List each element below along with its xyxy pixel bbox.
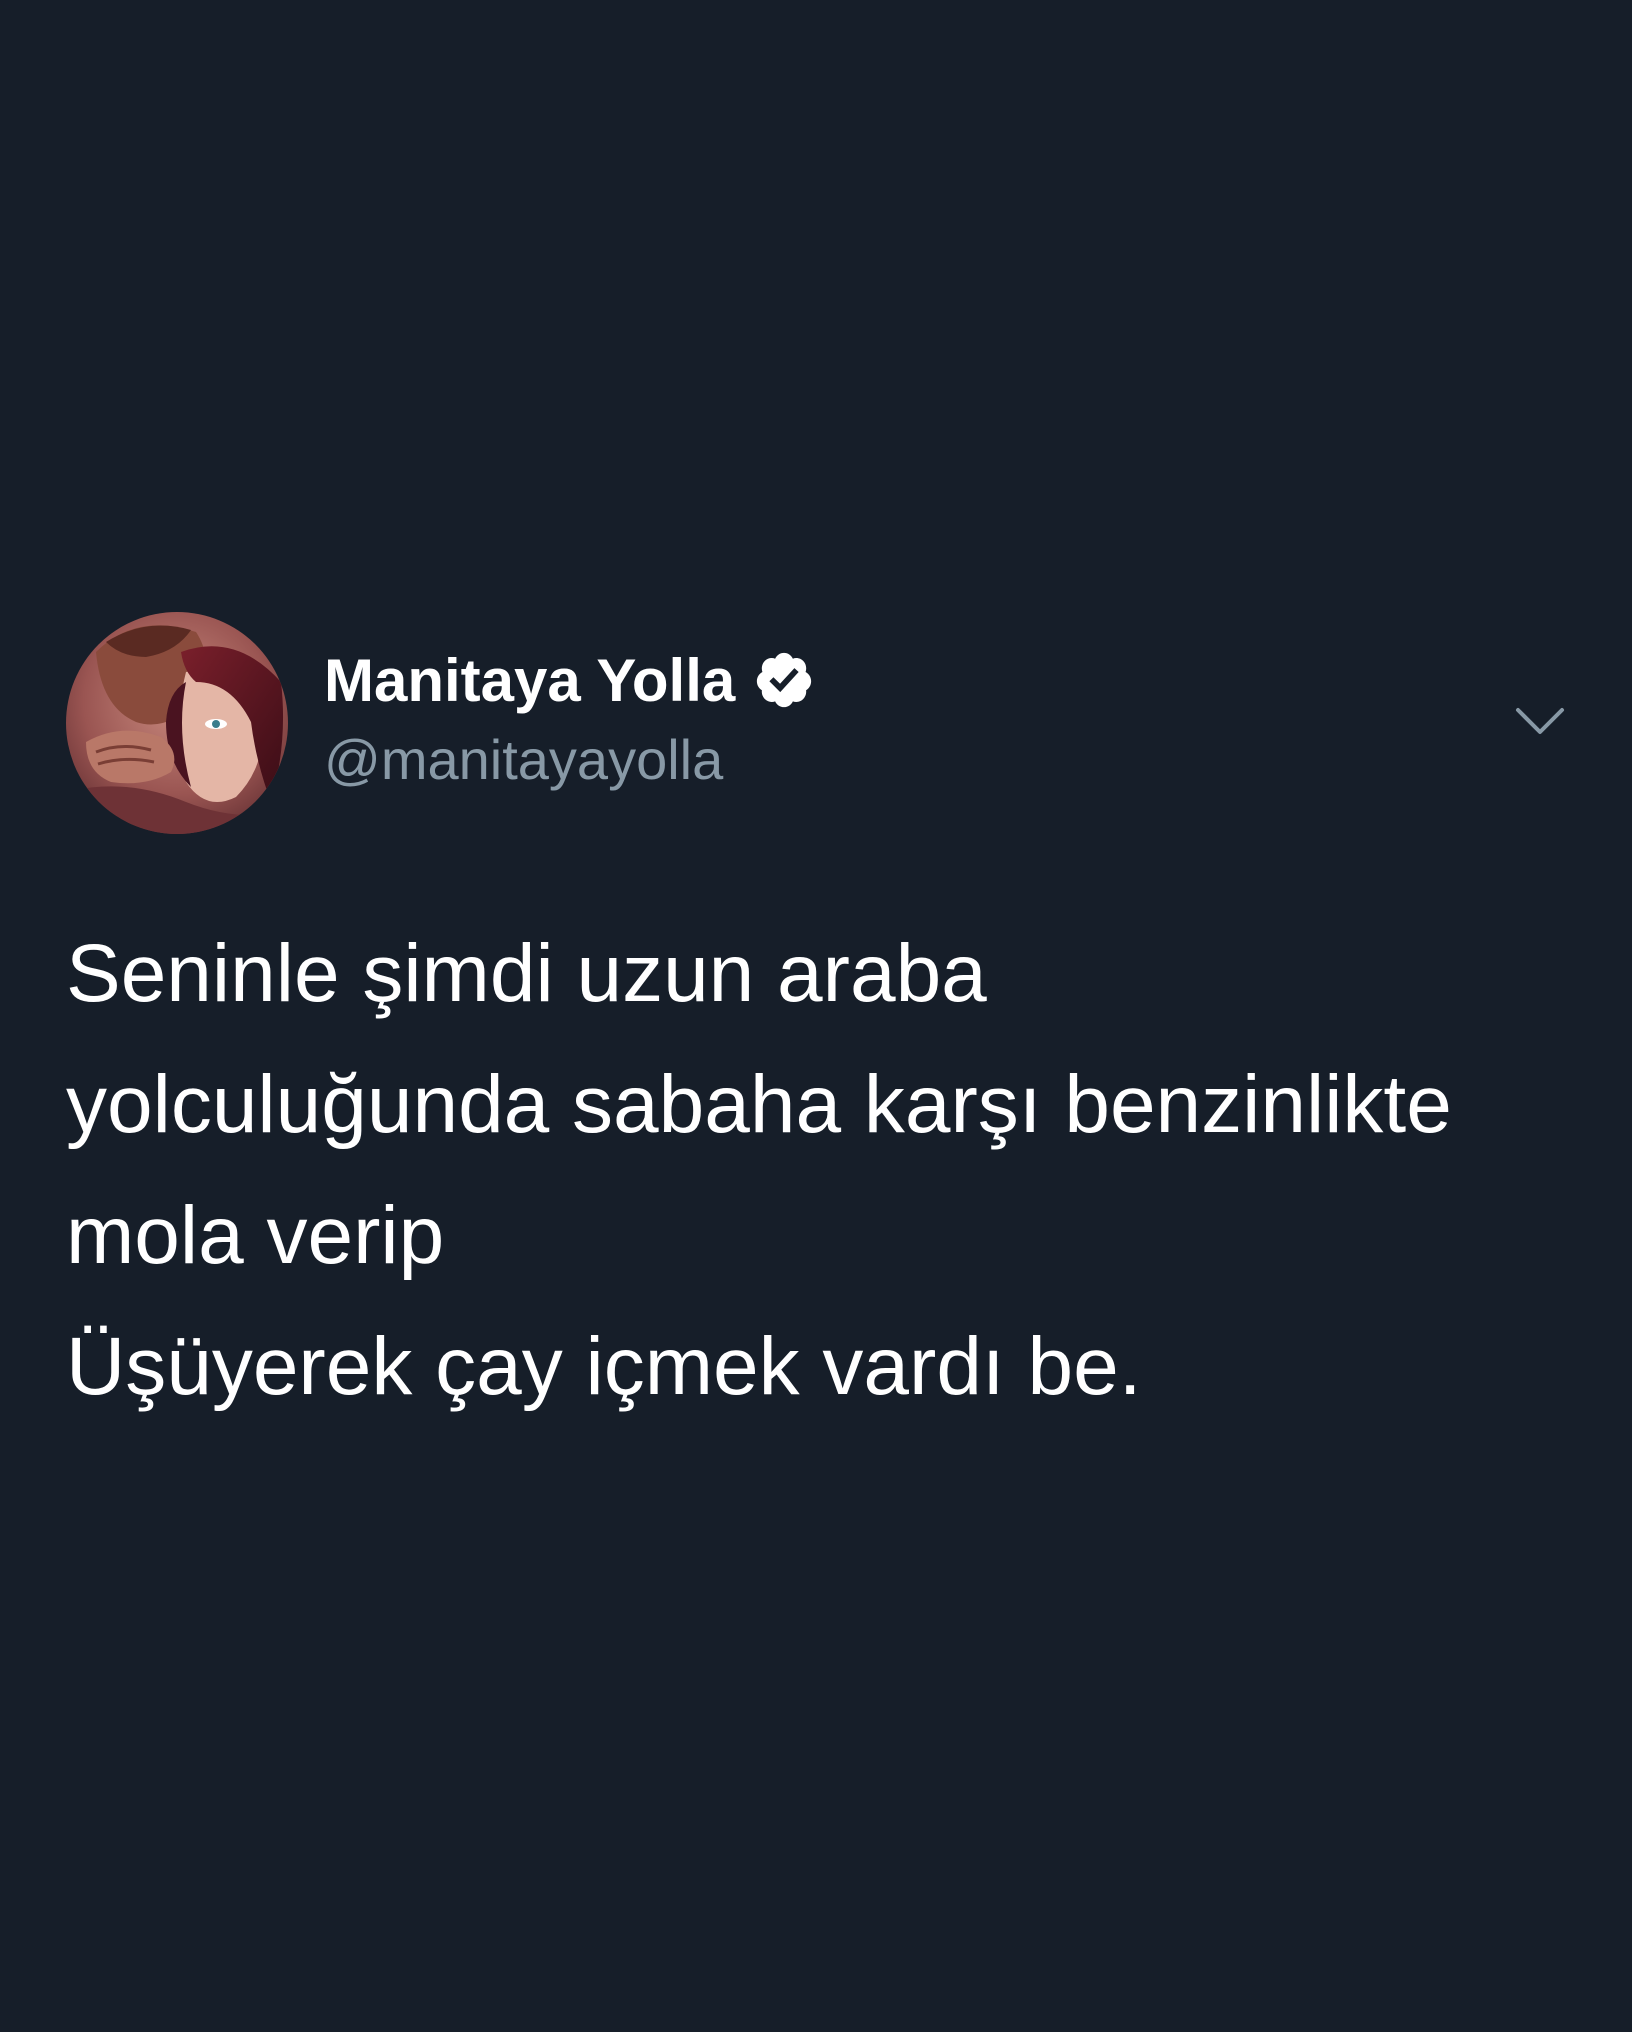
more-options-button[interactable] — [1512, 700, 1568, 740]
tweet-text-line: mola verip — [66, 1190, 445, 1281]
tweet-card: Manitaya Yolla @manitayayolla Seninle şi… — [0, 0, 1632, 2032]
author-name-row[interactable]: Manitaya Yolla — [324, 645, 815, 715]
author-handle[interactable]: @manitayayolla — [324, 727, 723, 792]
tweet-text-line: yolculuğunda sabaha karşı benzinlikte — [66, 1059, 1452, 1150]
tweet-text-line: Üşüyerek çay içmek vardı be. — [66, 1321, 1142, 1412]
display-name[interactable]: Manitaya Yolla — [324, 646, 735, 715]
avatar[interactable] — [66, 612, 288, 834]
chevron-down-icon — [1516, 708, 1564, 734]
tweet-text: Seninle şimdi uzun araba yolculuğunda sa… — [66, 908, 1586, 1432]
tweet-text-line: Seninle şimdi uzun araba — [66, 928, 987, 1019]
verified-badge-icon — [757, 652, 812, 708]
